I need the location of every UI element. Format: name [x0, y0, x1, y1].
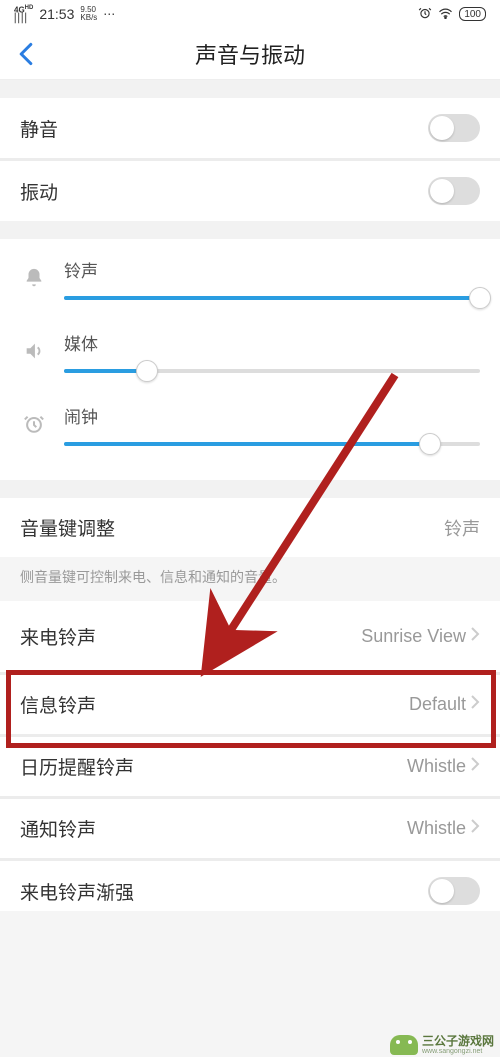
chevron-right-icon	[470, 818, 480, 839]
volume-sliders: 铃声 媒体 闹钟	[0, 239, 500, 480]
row-silent[interactable]: 静音	[0, 98, 500, 158]
crescendo-toggle[interactable]	[428, 877, 480, 905]
net-speed-bot: KB/s	[80, 14, 97, 22]
slider-ringtone-label: 铃声	[64, 257, 480, 282]
row-calendar-ringtone[interactable]: 日历提醒铃声 Whistle	[0, 737, 500, 796]
calendar-ringtone-value: Whistle	[407, 756, 466, 777]
battery-indicator: 100	[459, 7, 486, 21]
status-time: 21:53	[39, 6, 74, 22]
chevron-right-icon	[470, 756, 480, 777]
message-ringtone-label: 信息铃声	[20, 691, 96, 718]
notify-ringtone-label: 通知铃声	[20, 815, 96, 842]
silent-label: 静音	[20, 115, 58, 142]
incoming-ringtone-label: 来电铃声	[20, 623, 96, 650]
row-crescendo[interactable]: 来电铃声渐强	[0, 861, 500, 911]
incoming-ringtone-value: Sunrise View	[361, 626, 466, 647]
slider-ringtone-track[interactable]	[64, 286, 480, 310]
row-volume-key[interactable]: 音量键调整 铃声	[0, 498, 500, 557]
bell-icon	[20, 257, 48, 289]
alarm-icon	[418, 6, 432, 23]
vibrate-label: 振动	[20, 178, 58, 205]
back-button[interactable]	[12, 28, 40, 79]
volume-key-value: 铃声	[444, 515, 480, 541]
signal-icon: ⎢⎢⎢⎢	[14, 14, 33, 23]
slider-alarm-track[interactable]	[64, 432, 480, 456]
status-bar: 4GHD ⎢⎢⎢⎢ 21:53 9.50 KB/s ⋯ 100	[0, 0, 500, 28]
silent-toggle[interactable]	[428, 114, 480, 142]
watermark-url: www.sangongzi.net	[422, 1048, 494, 1055]
row-message-ringtone[interactable]: 信息铃声 Default	[0, 675, 500, 734]
more-icon: ⋯	[103, 7, 116, 21]
page-title: 声音与振动	[195, 38, 305, 70]
volume-key-hint: 侧音量键可控制来电、信息和通知的音量。	[0, 557, 500, 601]
chevron-right-icon	[470, 694, 480, 715]
slider-alarm-label: 闹钟	[64, 403, 480, 428]
watermark: 三公子游戏网 www.sangongzi.net	[390, 1035, 494, 1055]
slider-media-label: 媒体	[64, 330, 480, 355]
watermark-logo-icon	[390, 1035, 418, 1055]
calendar-ringtone-label: 日历提醒铃声	[20, 753, 134, 780]
page-header: 声音与振动	[0, 28, 500, 80]
crescendo-label: 来电铃声渐强	[20, 878, 134, 905]
row-notify-ringtone[interactable]: 通知铃声 Whistle	[0, 799, 500, 858]
message-ringtone-value: Default	[409, 694, 466, 715]
slider-alarm: 闹钟	[20, 395, 480, 468]
volume-key-label: 音量键调整	[20, 514, 115, 541]
notify-ringtone-value: Whistle	[407, 818, 466, 839]
vibrate-toggle[interactable]	[428, 177, 480, 205]
row-vibrate[interactable]: 振动	[0, 161, 500, 221]
chevron-right-icon	[470, 626, 480, 647]
volume-icon	[20, 330, 48, 362]
row-incoming-ringtone[interactable]: 来电铃声 Sunrise View	[0, 601, 500, 672]
slider-media: 媒体	[20, 322, 480, 395]
wifi-icon	[438, 7, 453, 22]
slider-ringtone: 铃声	[20, 249, 480, 322]
slider-media-track[interactable]	[64, 359, 480, 383]
clock-icon	[20, 403, 48, 435]
watermark-title: 三公子游戏网	[422, 1035, 494, 1048]
